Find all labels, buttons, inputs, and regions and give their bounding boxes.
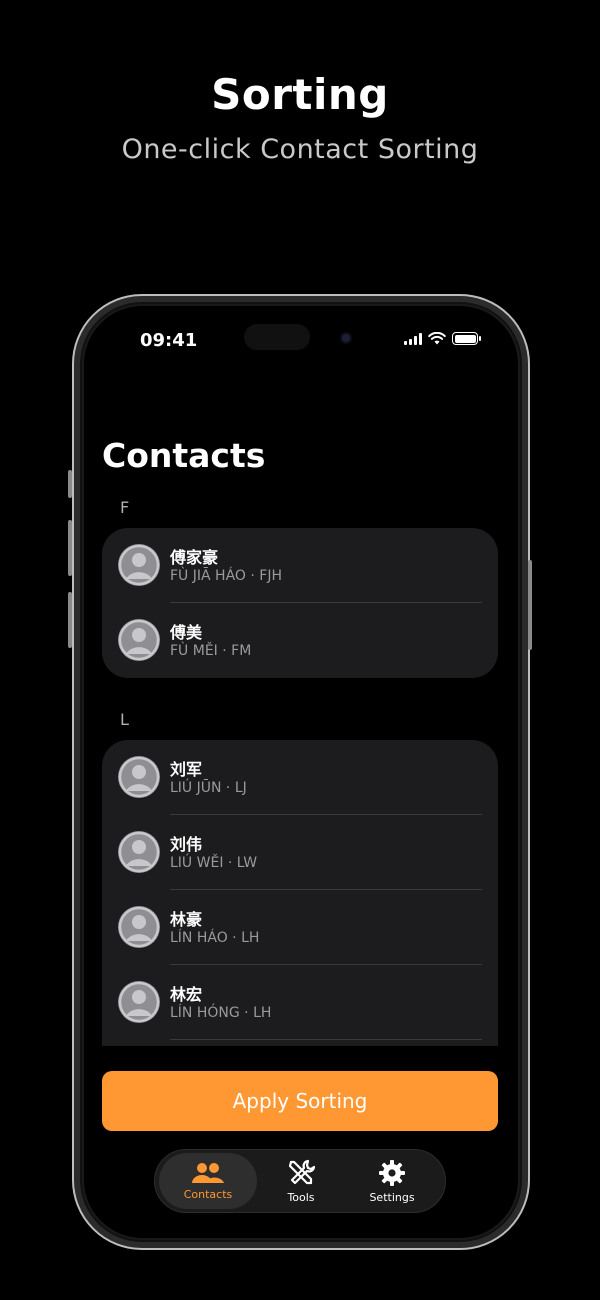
dynamic-island — [244, 324, 310, 350]
tools-icon — [288, 1159, 316, 1184]
contact-row[interactable]: 傅美 FÙ MĚI · FM — [102, 603, 498, 678]
apply-sorting-button[interactable]: Apply Sorting — [102, 1071, 498, 1131]
section-header-l: L — [120, 710, 129, 729]
phone-screen: 09:41 Contacts F 傅家豪 FÙ JIĀ HÁO · FJH 傅美… — [84, 306, 518, 1238]
tab-tools[interactable]: Tools — [252, 1153, 350, 1209]
avatar-placeholder-icon — [118, 756, 160, 798]
avatar-placeholder-icon — [118, 831, 160, 873]
status-time: 09:41 — [140, 330, 198, 351]
gear-icon — [379, 1159, 405, 1186]
wifi-icon — [428, 332, 446, 345]
row-divider — [170, 1039, 482, 1040]
tab-label: Settings — [369, 1190, 415, 1204]
contact-pinyin: LÍN HÓNG · LH — [170, 1005, 272, 1021]
avatar-placeholder-icon — [118, 544, 160, 586]
contact-pinyin: LIÚ WĚI · LW — [170, 855, 258, 871]
avatar-placeholder-icon — [118, 906, 160, 948]
phone-side-button — [68, 592, 72, 648]
signal-icon — [404, 332, 422, 345]
contact-group-l: 刘军 LIÚ JŪN · LJ 刘伟 LIÚ WĚI · LW 林豪 LÍN H… — [102, 740, 498, 1046]
contact-row[interactable]: 林豪 LÍN HÁO · LH — [102, 890, 498, 965]
contact-name: 傅美 — [170, 623, 203, 642]
contact-name: 刘伟 — [170, 835, 203, 854]
avatar-placeholder-icon — [118, 981, 160, 1023]
contact-pinyin: FÙ MĚI · FM — [170, 643, 252, 659]
page-title: Contacts — [102, 436, 266, 475]
phone-side-button — [68, 520, 72, 576]
contact-name: 傅家豪 — [170, 548, 219, 567]
contact-row[interactable]: 林宏 LÍN HÓNG · LH — [102, 965, 498, 1040]
people-icon — [192, 1162, 224, 1183]
phone-side-button — [528, 560, 532, 650]
section-header-f: F — [120, 498, 130, 517]
contact-row[interactable]: 刘军 LIÚ JŪN · LJ — [102, 740, 498, 815]
status-icons — [404, 332, 481, 345]
phone-side-button — [68, 470, 72, 498]
tab-settings[interactable]: Settings — [343, 1153, 441, 1209]
contact-pinyin: LÍN HÁO · LH — [170, 930, 260, 946]
contact-row[interactable]: 傅家豪 FÙ JIĀ HÁO · FJH — [102, 528, 498, 603]
tab-label: Tools — [287, 1190, 315, 1204]
contact-name: 林宏 — [170, 985, 203, 1004]
tab-label: Contacts — [183, 1187, 233, 1201]
contact-group-f: 傅家豪 FÙ JIĀ HÁO · FJH 傅美 FÙ MĚI · FM — [102, 528, 498, 678]
contact-row[interactable]: 刘伟 LIÚ WĚI · LW — [102, 815, 498, 890]
battery-icon — [452, 332, 481, 345]
tab-contacts[interactable]: Contacts — [159, 1153, 257, 1209]
contact-pinyin: FÙ JIĀ HÁO · FJH — [170, 568, 282, 584]
contact-name: 林豪 — [170, 910, 203, 929]
promo-subtitle: One-click Contact Sorting — [121, 134, 479, 165]
camera-dot — [342, 334, 350, 342]
avatar-placeholder-icon — [118, 619, 160, 661]
tab-bar: Contacts Tools Settings — [154, 1149, 446, 1213]
contact-name: 刘军 — [170, 760, 203, 779]
promo-title: Sorting — [211, 70, 389, 119]
contact-pinyin: LIÚ JŪN · LJ — [170, 780, 247, 796]
